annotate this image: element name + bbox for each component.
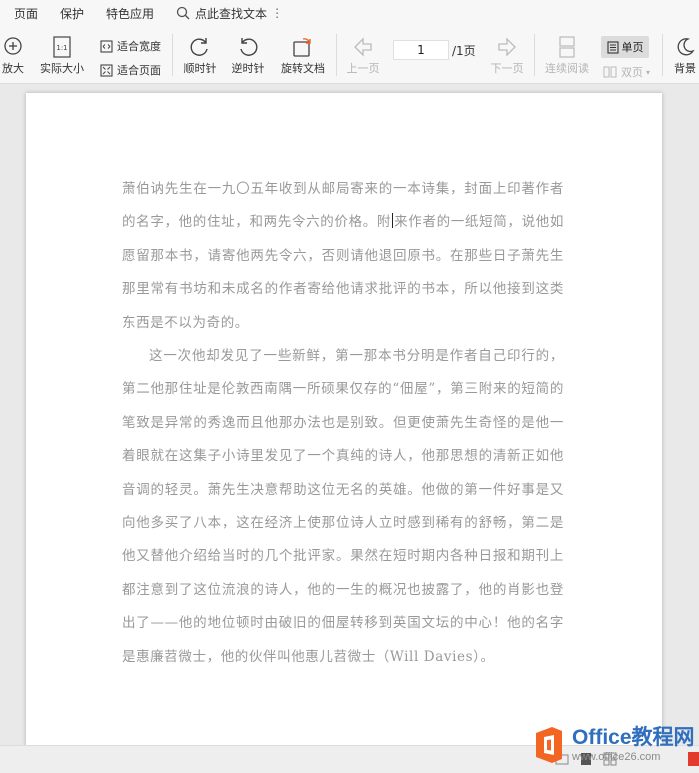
next-page-button[interactable]: 下一页 xyxy=(486,36,528,76)
toolbar-divider xyxy=(534,34,535,76)
fit-width-icon xyxy=(100,39,113,53)
paragraph-1: 萧伯讷先生在一九〇五年收到从邮局寄来的一本诗集，封面上印著作者的名字，他的住址，… xyxy=(122,173,564,340)
menu-item-protect[interactable]: 保护 xyxy=(60,5,84,22)
menu-bar: 页面 保护 特色应用 点此查找文本 ⋮ xyxy=(0,0,699,26)
actual-size-label: 实际大小 xyxy=(40,62,84,75)
arrow-left-icon xyxy=(354,37,372,57)
rotate-document-icon xyxy=(293,38,311,57)
corner-badge xyxy=(688,752,699,766)
watermark-url: www.office26.com xyxy=(572,751,661,763)
total-pages-label: /1页 xyxy=(452,44,476,58)
rotate-clockwise-icon xyxy=(190,38,208,56)
next-page-label: 下一页 xyxy=(490,62,524,75)
double-page-button[interactable]: 双页 ▾ xyxy=(603,64,650,80)
toolbar-divider xyxy=(662,34,663,76)
document-page: 萧伯讷先生在一九〇五年收到从邮局寄来的一本诗集，封面上印著作者的名字，他的住址，… xyxy=(26,93,662,753)
rotate-clockwise-label: 顺时针 xyxy=(183,62,217,75)
page-number-input[interactable]: 1 xyxy=(393,40,449,60)
fit-width-button[interactable]: 适合宽度 xyxy=(100,38,161,54)
continuous-reading-button[interactable]: 连续阅读 xyxy=(541,36,593,76)
zoom-in-label: 放大 xyxy=(2,62,24,75)
fit-width-label: 适合宽度 xyxy=(117,40,161,53)
watermark-text: Office教程网 www.office26.com xyxy=(572,726,695,764)
fit-page-icon xyxy=(100,63,113,77)
find-text-button[interactable]: 点此查找文本 xyxy=(176,5,267,22)
fit-page-label: 适合页面 xyxy=(117,64,161,77)
rotate-document-label: 旋转文档 xyxy=(281,62,325,75)
single-page-label: 单页 xyxy=(621,41,644,54)
search-icon xyxy=(176,6,190,20)
rotate-clockwise-button[interactable]: 顺时针 xyxy=(180,36,220,76)
menu-item-page[interactable]: 页面 xyxy=(14,5,38,22)
background-button[interactable]: 背景 xyxy=(670,36,699,76)
zoom-in-button[interactable]: 放大 xyxy=(0,36,26,76)
background-label: 背景 xyxy=(674,62,696,75)
single-page-button[interactable]: 单页 xyxy=(601,36,649,58)
moon-icon xyxy=(677,38,695,56)
dropdown-caret-icon: ▾ xyxy=(646,67,651,77)
menu-item-special-apps[interactable]: 特色应用 xyxy=(106,5,154,22)
actual-size-button[interactable]: 1:1 实际大小 xyxy=(37,36,87,76)
arrow-right-icon xyxy=(498,37,516,57)
svg-text:1:1: 1:1 xyxy=(56,44,67,52)
double-page-label: 双页 xyxy=(621,66,643,79)
document-viewport[interactable]: 萧伯讷先生在一九〇五年收到从邮局寄来的一本诗集，封面上印著作者的名字，他的住址，… xyxy=(0,85,699,753)
double-page-icon xyxy=(603,66,617,78)
more-options-icon[interactable]: ⋮ xyxy=(271,6,283,20)
actual-size-icon: 1:1 xyxy=(53,36,71,58)
toolbar: 放大 1:1 实际大小 适合宽度 适合页面 顺时针 逆时针 旋转文档 上一页 1… xyxy=(0,26,699,84)
toolbar-divider xyxy=(336,34,337,76)
paragraph-1-text-end: 来作者的一纸短简，说他如愿留那本书，请寄他两先令六，否则请他退回原书。在那些日子… xyxy=(122,214,564,331)
rotate-counterclockwise-label: 逆时针 xyxy=(231,62,265,75)
single-page-icon xyxy=(606,40,619,54)
fit-page-button[interactable]: 适合页面 xyxy=(100,62,161,78)
continuous-reading-label: 连续阅读 xyxy=(545,62,589,75)
continuous-pages-icon xyxy=(559,36,575,58)
rotate-document-button[interactable]: 旋转文档 xyxy=(278,36,328,76)
watermark-title: Office教程网 xyxy=(572,726,695,749)
office-logo-icon xyxy=(536,727,562,763)
paragraph-2: 这一次他却发见了一些新鲜，第一那本书分明是作者自己印行的，第二他那住址是伦敦西南… xyxy=(122,348,564,665)
toolbar-divider xyxy=(172,34,173,76)
watermark: Office教程网 www.office26.com xyxy=(532,719,699,771)
text-cursor xyxy=(392,213,394,229)
rotate-counterclockwise-button[interactable]: 逆时针 xyxy=(228,36,268,76)
document-body: 萧伯讷先生在一九〇五年收到从邮局寄来的一本诗集，封面上印著作者的名字，他的住址，… xyxy=(122,173,564,674)
previous-page-label: 上一页 xyxy=(346,62,380,75)
zoom-in-icon xyxy=(4,37,22,55)
pdf-reader-window: 页面 保护 特色应用 点此查找文本 ⋮ 放大 1:1 实际大小 适合宽度 适合页… xyxy=(0,0,699,773)
find-text-label: 点此查找文本 xyxy=(195,6,268,21)
rotate-counterclockwise-icon xyxy=(240,38,258,56)
previous-page-button[interactable]: 上一页 xyxy=(342,36,384,76)
